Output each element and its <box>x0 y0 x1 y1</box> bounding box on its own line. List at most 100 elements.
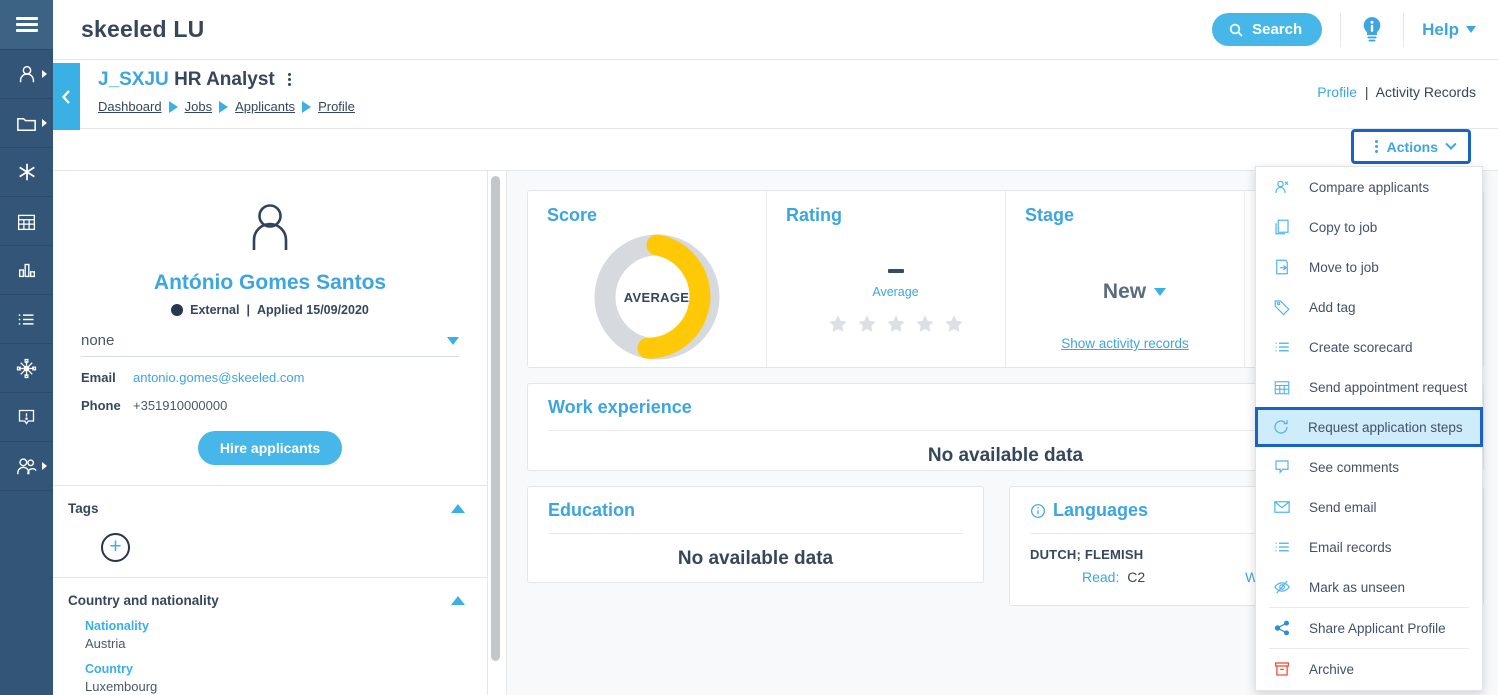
scrollbar-thumb[interactable] <box>491 176 500 661</box>
rating-stars[interactable] <box>786 313 1005 335</box>
tags-collapse-toggle-icon[interactable] <box>451 504 465 513</box>
applicant-profile-panel: António Gomes Santos External | Applied … <box>53 171 488 695</box>
tag-icon <box>1273 298 1309 316</box>
menu-item-send-appointment-request[interactable]: Send appointment request <box>1256 367 1482 407</box>
person-icon <box>19 65 34 83</box>
menu-item-create-scorecard[interactable]: Create scorecard <box>1256 327 1482 367</box>
menu-item-send-email[interactable]: Send email <box>1256 487 1482 527</box>
compare-applicants-icon <box>1273 178 1309 196</box>
phone-row: Phone +351910000000 <box>81 398 459 413</box>
menu-item-see-comments[interactable]: See comments <box>1256 447 1482 487</box>
rail-item-jobs[interactable] <box>0 99 53 148</box>
rail-item-asterisk[interactable] <box>0 148 53 197</box>
applied-date: Applied 15/09/2020 <box>256 303 369 317</box>
menu-item-compare-applicants[interactable]: Compare applicants <box>1256 167 1482 207</box>
applicant-meta: External | Applied 15/09/2020 <box>53 303 487 317</box>
group-icon <box>16 458 37 475</box>
refresh-icon <box>1272 418 1308 436</box>
country-section-title: Country and nationality <box>68 593 219 608</box>
star-icon[interactable] <box>943 313 965 335</box>
email-label: Email <box>81 370 116 385</box>
show-activity-records-link[interactable]: Show activity records <box>1006 336 1244 351</box>
search-button[interactable]: Search <box>1212 13 1323 46</box>
collapse-sidebar-button[interactable] <box>53 63 80 130</box>
menu-item-label: Email records <box>1309 539 1392 555</box>
job-options-kebab-icon[interactable] <box>288 71 291 88</box>
chevron-right-icon <box>42 119 47 127</box>
chevron-right-icon <box>42 462 47 470</box>
search-icon <box>1229 23 1243 37</box>
rail-item-lists[interactable] <box>0 295 53 344</box>
score-donut-chart: AVERAGE <box>547 230 766 364</box>
profile-activity-switch: Profile | Activity Records <box>1317 84 1476 100</box>
menu-item-archive[interactable]: Archive <box>1256 649 1482 689</box>
menu-item-mark-as-unseen[interactable]: Mark as unseen <box>1256 567 1482 607</box>
calendar-icon <box>1273 378 1309 396</box>
language-read: Read: C2 <box>1082 569 1145 585</box>
country-value: Luxembourg <box>85 679 158 694</box>
rating-body: Average <box>786 260 1005 335</box>
chevron-down-icon <box>1445 138 1457 150</box>
menu-item-share-applicant-profile[interactable]: Share Applicant Profile <box>1256 608 1482 648</box>
country-collapse-toggle-icon[interactable] <box>451 596 465 605</box>
rail-item-teams[interactable] <box>0 442 53 491</box>
hire-applicants-button[interactable]: Hire applicants <box>197 431 343 465</box>
rating-subtitle: Average <box>872 285 919 299</box>
tags-section-title: Tags <box>68 501 99 516</box>
menu-item-request-application-steps[interactable]: Request application steps <box>1255 407 1483 447</box>
list-icon <box>18 313 34 325</box>
info-icon[interactable] <box>1030 503 1046 519</box>
folder-icon <box>17 117 36 131</box>
email-value[interactable]: antonio.gomes@skeeled.com <box>133 370 304 385</box>
star-icon[interactable] <box>914 313 936 335</box>
profile-panel-scrollbar[interactable] <box>488 171 507 695</box>
country-section-header: Country and nationality <box>68 593 465 608</box>
network-icon <box>16 358 37 378</box>
actions-dropdown-menu: Compare applicants Copy to job Move to j… <box>1255 166 1483 691</box>
menu-item-label: Mark as unseen <box>1309 579 1406 595</box>
star-icon[interactable] <box>856 313 878 335</box>
menu-item-label: Copy to job <box>1309 219 1378 235</box>
breadcrumb-dashboard[interactable]: Dashboard <box>98 99 162 114</box>
applicant-source: External <box>190 303 240 317</box>
chevron-left-icon <box>61 89 70 104</box>
menu-item-label: Share Applicant Profile <box>1309 620 1446 636</box>
add-tag-button[interactable] <box>101 533 130 562</box>
applicant-status-select[interactable]: none <box>81 332 459 357</box>
divider <box>1403 12 1405 47</box>
menu-item-move-to-job[interactable]: Move to job <box>1256 247 1482 287</box>
rail-item-alerts[interactable] <box>0 393 53 442</box>
eye-slash-icon <box>1273 578 1309 596</box>
envelope-icon <box>1273 498 1309 516</box>
menu-item-label: Request application steps <box>1308 419 1463 435</box>
education-empty: No available data <box>677 548 834 569</box>
stage-value: New <box>1102 280 1147 303</box>
breadcrumb-applicants[interactable]: Applicants <box>235 99 295 114</box>
rail-item-calendar[interactable] <box>0 197 53 246</box>
menu-item-email-records[interactable]: Email records <box>1256 527 1482 567</box>
application-window: skeeled LU Search Help J_SXJU HR Analyst… <box>0 0 1498 695</box>
comment-icon <box>1273 458 1309 476</box>
chevron-down-icon <box>1466 26 1476 33</box>
stage-select[interactable]: New <box>1025 280 1244 304</box>
star-icon[interactable] <box>827 313 849 335</box>
star-icon[interactable] <box>885 313 907 335</box>
menu-item-add-tag[interactable]: Add tag <box>1256 287 1482 327</box>
help-menu-button[interactable]: Help <box>1422 20 1476 40</box>
divider <box>1340 12 1342 47</box>
rail-item-analytics[interactable] <box>0 246 53 295</box>
job-title: HR Analyst <box>174 69 275 90</box>
rail-item-ai-matching[interactable] <box>0 344 53 393</box>
actions-button[interactable]: Actions <box>1350 129 1471 164</box>
info-tips-button[interactable] <box>1359 15 1385 45</box>
chevron-down-icon <box>447 336 459 345</box>
calendar-icon <box>17 214 36 230</box>
link-activity-records[interactable]: Activity Records <box>1376 84 1476 100</box>
rail-item-applicants[interactable] <box>0 50 53 99</box>
hamburger-menu-button[interactable] <box>0 0 53 50</box>
avatar <box>53 171 487 257</box>
breadcrumb-jobs[interactable]: Jobs <box>185 99 212 114</box>
menu-item-copy-to-job[interactable]: Copy to job <box>1256 207 1482 247</box>
breadcrumb-profile[interactable]: Profile <box>318 99 355 114</box>
link-profile[interactable]: Profile <box>1317 84 1357 100</box>
